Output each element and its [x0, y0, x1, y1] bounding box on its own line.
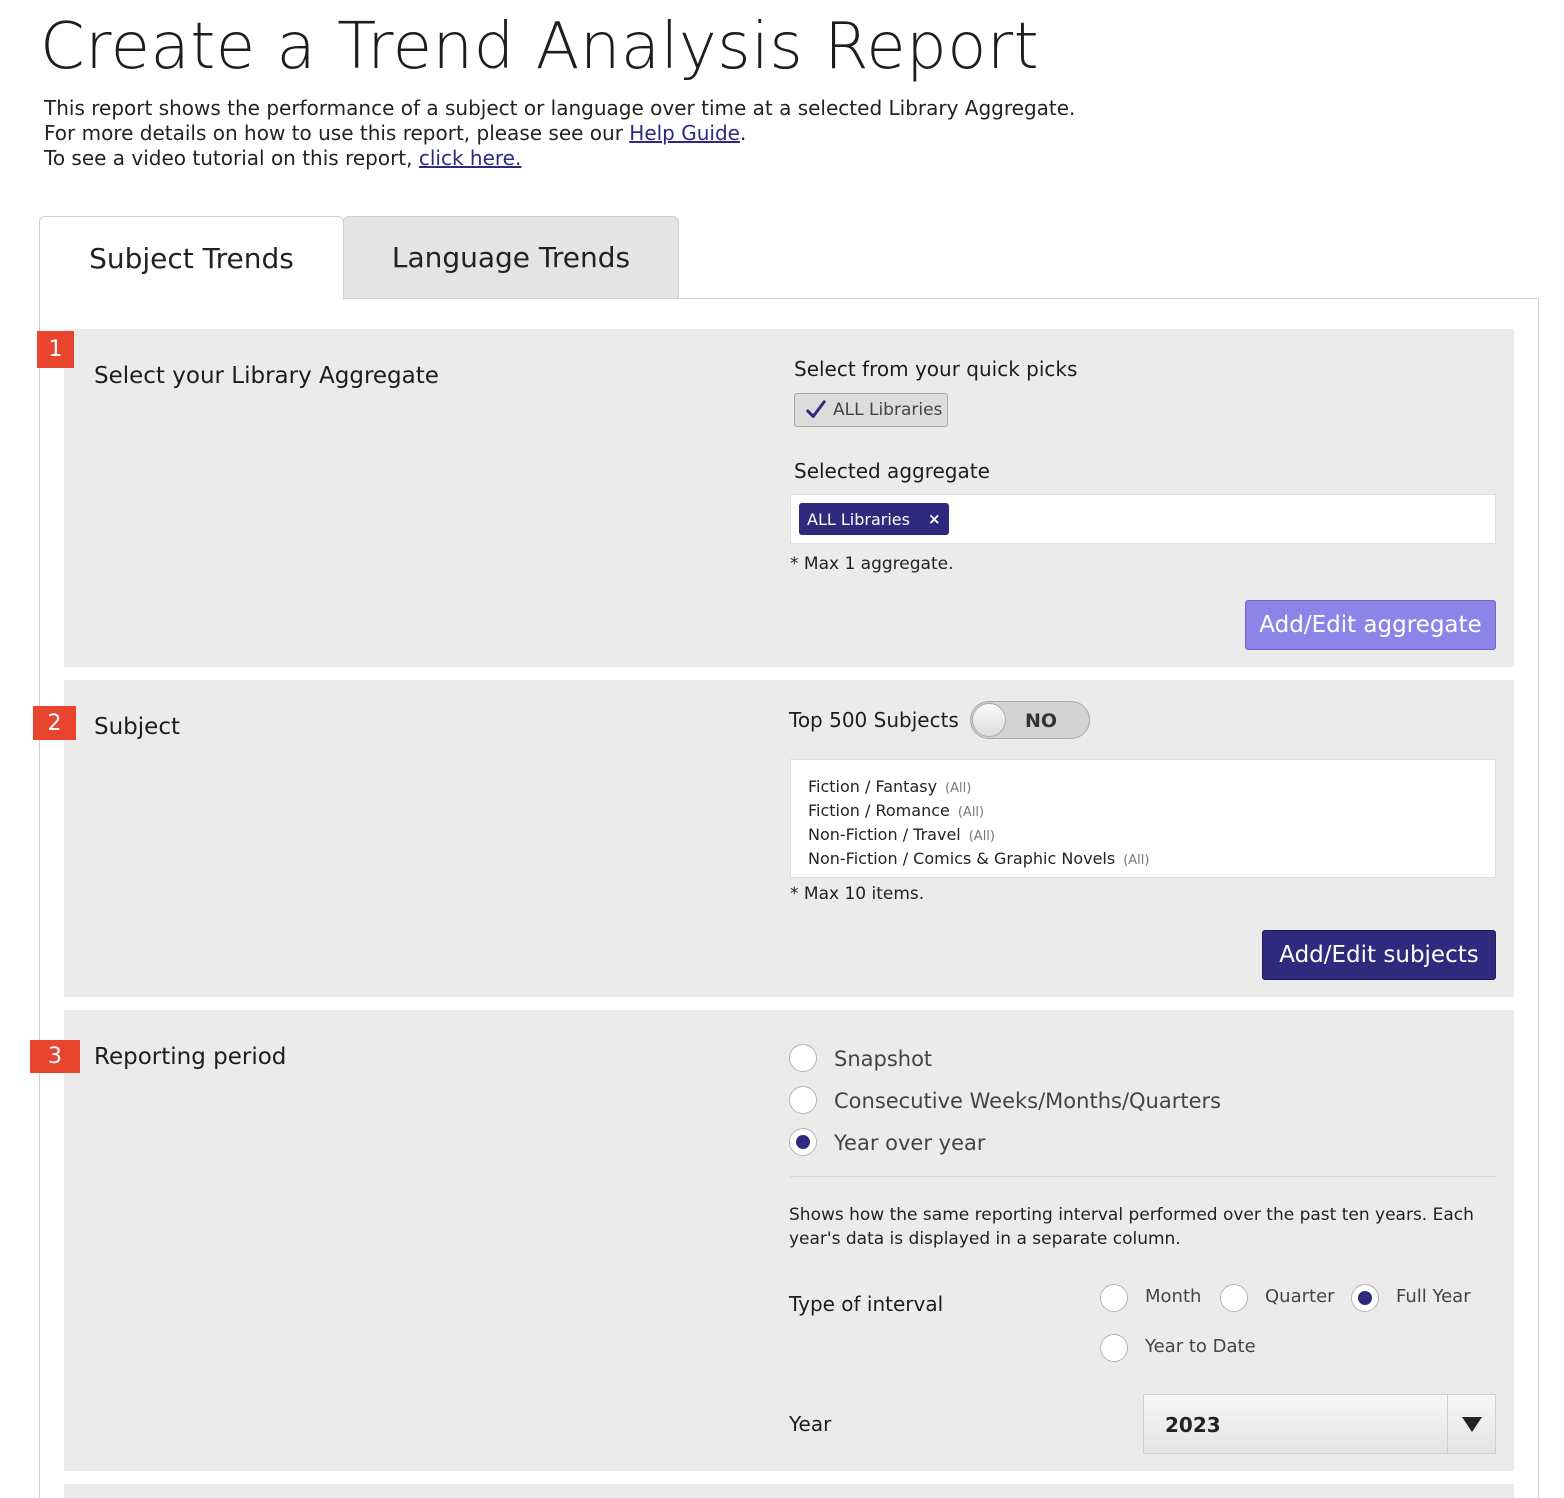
list-item: Fiction / Romance (All) — [808, 801, 984, 820]
video-tutorial-link[interactable]: click here. — [419, 146, 521, 170]
radio-snapshot[interactable] — [789, 1044, 817, 1072]
radio-full-year-label: Full Year — [1396, 1286, 1471, 1307]
subject-name: Fiction / Fantasy — [808, 777, 938, 796]
interval-type-label: Type of interval — [789, 1292, 944, 1316]
checkmark-icon — [806, 400, 826, 418]
intro-line-3: To see a video tutorial on this report, … — [44, 146, 1075, 171]
radio-snapshot-label: Snapshot — [834, 1047, 933, 1071]
intro-line-2: For more details on how to use this repo… — [44, 121, 1075, 146]
selected-aggregate-label: Selected aggregate — [794, 459, 990, 483]
max-aggregate-note: * Max 1 aggregate. — [790, 554, 954, 574]
subject-scope: (All) — [1123, 853, 1150, 868]
intro-text: This report shows the performance of a s… — [44, 96, 1075, 171]
selected-aggregate-field[interactable]: ALL Libraries × — [790, 494, 1496, 544]
list-item: Non-Fiction / Travel (All) — [808, 825, 995, 844]
intro-line-1: This report shows the performance of a s… — [44, 96, 1076, 120]
radio-month-label: Month — [1145, 1286, 1202, 1307]
tab-language-trends[interactable]: Language Trends — [343, 216, 679, 298]
section-1-label: Select your Library Aggregate — [94, 363, 439, 389]
intro-line-2-suffix: . — [739, 121, 747, 145]
section-3-label: Reporting period — [94, 1044, 287, 1070]
subject-name: Non-Fiction / Travel — [808, 825, 961, 844]
subject-scope: (All) — [945, 781, 972, 796]
step-badge-1: 1 — [37, 331, 74, 368]
list-item: Non-Fiction / Comics & Graphic Novels (Al… — [808, 849, 1149, 868]
aggregate-chip: ALL Libraries × — [799, 503, 949, 535]
top-500-toggle[interactable]: NO — [970, 701, 1090, 739]
subject-scope: (All) — [968, 829, 995, 844]
year-select[interactable]: 2023 — [1143, 1394, 1496, 1454]
step-badge-2: 2 — [33, 706, 76, 740]
period-description-line-1: Shows how the same reporting interval pe… — [789, 1205, 1474, 1225]
quick-pick-label: ALL Libraries — [833, 400, 943, 420]
toggle-state: NO — [1025, 710, 1058, 732]
year-select-value: 2023 — [1165, 1413, 1221, 1437]
subject-scope: (All) — [957, 805, 985, 820]
radio-full-year[interactable] — [1351, 1284, 1379, 1312]
step-badge-3: 3 — [30, 1040, 80, 1073]
radio-month[interactable] — [1100, 1284, 1128, 1312]
subject-name: Non-Fiction / Comics & Graphic Novels — [808, 849, 1116, 868]
radio-quarter-label: Quarter — [1265, 1286, 1335, 1307]
year-label: Year — [789, 1412, 832, 1436]
period-description-line-2: year's data is displayed in a separate c… — [789, 1229, 1181, 1249]
radio-year-to-date-label: Year to Date — [1145, 1336, 1256, 1357]
divider — [790, 1176, 1496, 1177]
radio-quarter[interactable] — [1220, 1284, 1248, 1312]
top-500-subjects-label: Top 500 Subjects — [789, 708, 959, 732]
select-divider — [1447, 1395, 1448, 1453]
list-item: Fiction / Fantasy (All) — [808, 777, 971, 796]
radio-year-over-year-label: Year over year — [834, 1131, 986, 1155]
intro-line-2-text: For more details on how to use this repo… — [44, 121, 630, 145]
tab-subject-trends[interactable]: Subject Trends — [39, 216, 344, 300]
page-title: Create a Trend Analysis Report — [40, 10, 1040, 84]
chip-remove-icon[interactable]: × — [928, 510, 941, 528]
intro-line-3-text: To see a video tutorial on this report, — [44, 146, 419, 170]
subject-name: Fiction / Romance — [808, 801, 950, 820]
aggregate-chip-label: ALL Libraries — [807, 509, 910, 529]
radio-consecutive[interactable] — [789, 1086, 817, 1114]
max-items-note: * Max 10 items. — [790, 884, 925, 904]
add-edit-aggregate-button[interactable]: Add/Edit aggregate — [1245, 600, 1496, 650]
help-guide-link[interactable]: Help Guide — [629, 121, 740, 145]
quick-picks-label: Select from your quick picks — [794, 357, 1078, 381]
chevron-down-icon — [1462, 1417, 1482, 1432]
quick-pick-all-libraries[interactable]: ALL Libraries — [794, 393, 948, 427]
toggle-knob — [972, 703, 1006, 737]
section-2-label: Subject — [94, 714, 180, 740]
section-next-partial — [64, 1484, 1514, 1498]
radio-consecutive-label: Consecutive Weeks/Months/Quarters — [834, 1089, 1222, 1113]
radio-year-to-date[interactable] — [1100, 1334, 1128, 1362]
add-edit-subjects-button[interactable]: Add/Edit subjects — [1262, 930, 1496, 980]
radio-year-over-year[interactable] — [789, 1128, 817, 1156]
